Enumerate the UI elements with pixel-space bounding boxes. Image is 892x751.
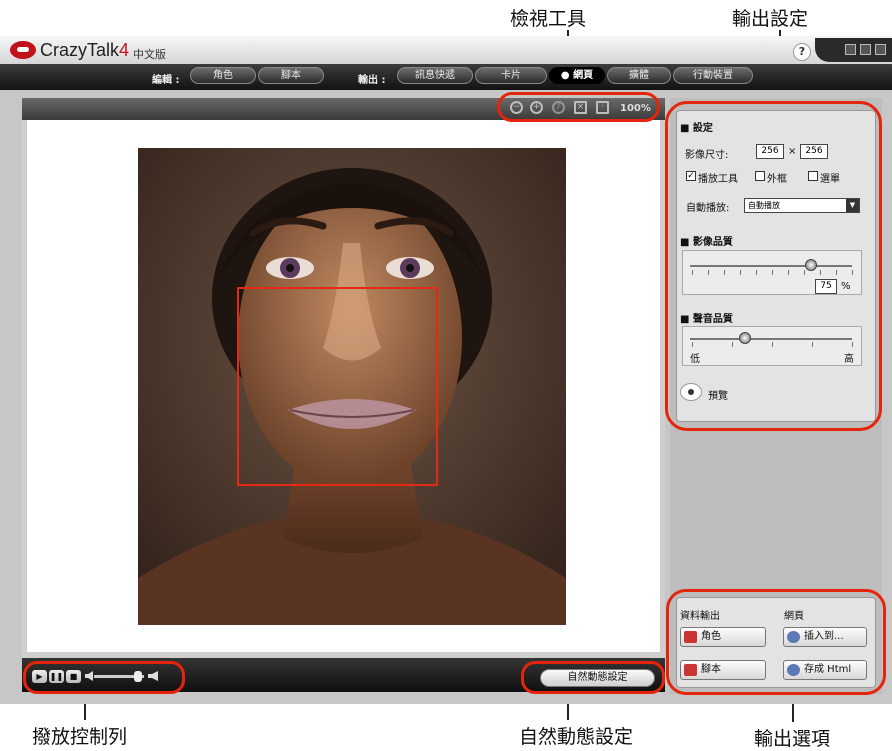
app-edition: 中文版: [133, 48, 166, 61]
callout-playback-bar: 撥放控制列: [32, 726, 128, 748]
slider-tick: [732, 342, 733, 347]
tab-output-mobile[interactable]: 行動裝置: [673, 67, 753, 84]
callout-natural-motion: 自然動態設定: [519, 726, 634, 748]
slider-tick: [812, 342, 813, 347]
crazytalk-logo-icon: [10, 41, 36, 59]
slider-tick: [756, 270, 757, 275]
view-tools-highlight: [497, 92, 660, 122]
tab-output-card[interactable]: 卡片: [475, 67, 547, 84]
callout-view-tools: 檢視工具: [510, 8, 587, 30]
slider-tick: [852, 270, 853, 275]
callout-output-settings: 輸出設定: [732, 8, 809, 30]
slider-tick: [692, 342, 693, 347]
natural-motion-highlight: [521, 661, 665, 694]
window-controls: [815, 38, 892, 62]
tab-output-messenger[interactable]: 訊息快遞: [397, 67, 473, 84]
slider-tick: [804, 270, 805, 275]
slider-tick: [852, 342, 853, 347]
app-title: CrazyTalk4: [40, 40, 130, 60]
face-tracking-box[interactable]: [237, 287, 438, 486]
output-options-highlight: [666, 589, 886, 695]
output-label: 輸出 :: [358, 75, 386, 86]
help-button[interactable]: ?: [793, 43, 811, 61]
slider-tick: [724, 270, 725, 275]
restore-icon[interactable]: [860, 44, 871, 55]
tab-edit-script[interactable]: 腳本: [258, 67, 324, 84]
tab-output-web[interactable]: ● 網頁: [549, 67, 605, 84]
slider-tick: [772, 270, 773, 275]
output-settings-highlight: [665, 101, 882, 431]
tab-edit-character[interactable]: 角色: [190, 67, 256, 84]
callout-output-options: 輸出選項: [754, 728, 831, 750]
slider-tick: [820, 270, 821, 275]
close-icon[interactable]: [875, 44, 886, 55]
slider-tick: [708, 270, 709, 275]
tab-output-media[interactable]: 擴體: [607, 67, 671, 84]
slider-tick: [692, 270, 693, 275]
minimize-icon[interactable]: [845, 44, 856, 55]
slider-tick: [836, 270, 837, 275]
slider-tick: [788, 270, 789, 275]
playback-highlight: [23, 661, 185, 694]
slider-tick: [740, 270, 741, 275]
slider-tick: [772, 342, 773, 347]
edit-label: 編輯 :: [152, 75, 180, 86]
